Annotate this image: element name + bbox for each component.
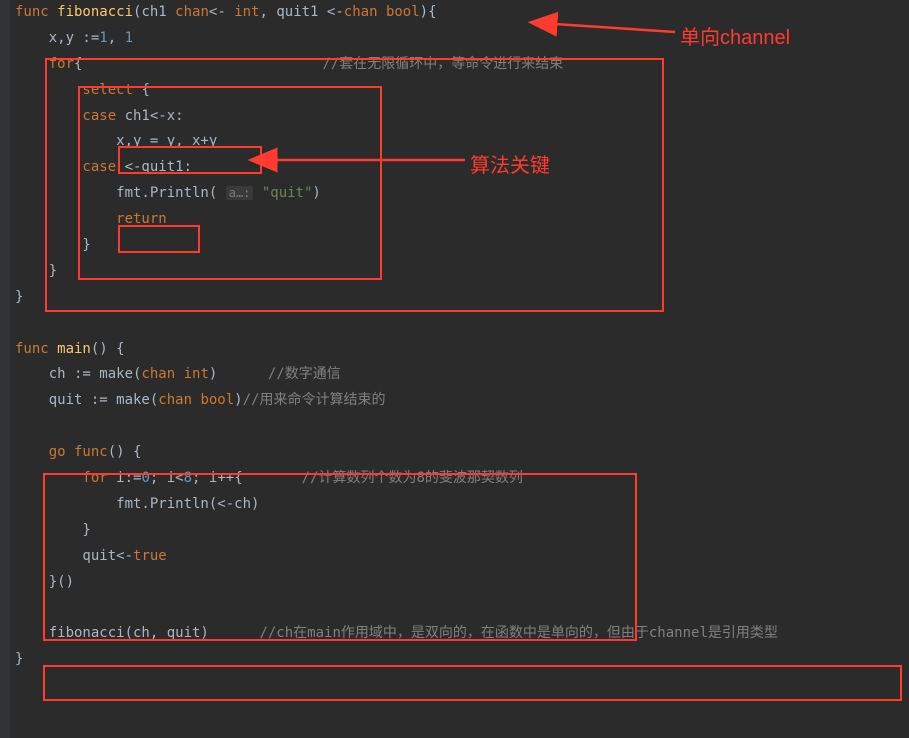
keyword-chan: chan	[175, 4, 209, 20]
code-text: }()	[15, 574, 74, 590]
keyword-func: func	[15, 341, 49, 357]
code-text: (ch1	[133, 4, 175, 20]
code-line: quit<-true	[15, 544, 909, 570]
code-text: x,y = y, x+y	[15, 133, 217, 149]
number: 0	[141, 470, 149, 486]
code-text: quit := make(	[15, 392, 158, 408]
code-line: for i:=0; i<8; i++{ //计算数列个数为8的斐波那契数列	[15, 466, 909, 492]
code-text: ,	[108, 30, 125, 46]
code-line: func main() {	[15, 337, 909, 363]
code-line: x,y = y, x+y	[15, 129, 909, 155]
code-text: , quit1 <-	[259, 4, 343, 20]
comment: //ch在main作用域中，是双向的，在函数中是单向的，但由于channel是引…	[209, 625, 778, 641]
code-text: }	[15, 237, 91, 253]
keyword-chan: chan	[344, 4, 378, 20]
number: 8	[184, 470, 192, 486]
code-text: }	[15, 289, 23, 305]
code-line	[15, 595, 909, 621]
type-int: int	[234, 4, 259, 20]
keyword-return: return	[15, 211, 167, 227]
code-line: }	[15, 518, 909, 544]
code-text: x,y :=	[15, 30, 99, 46]
code-text: <-	[209, 4, 234, 20]
code-line: x,y :=1, 1	[15, 26, 909, 52]
code-line: go func() {	[15, 440, 909, 466]
code-line: fibonacci(ch, quit) //ch在main作用域中，是双向的，在…	[15, 621, 909, 647]
code-line: func fibonacci(ch1 chan<- int, quit1 <-c…	[15, 0, 909, 26]
code-line: fmt.Println(<-ch)	[15, 492, 909, 518]
type-bool: bool	[386, 4, 420, 20]
code-text: fibonacci(ch, quit)	[15, 625, 209, 641]
type-chan: chan bool	[158, 392, 234, 408]
code-text: )	[234, 392, 242, 408]
code-text: ch := make(	[15, 366, 141, 382]
keyword-case: case	[15, 108, 125, 124]
code-text: ){	[420, 4, 437, 20]
keyword-true: true	[133, 548, 167, 564]
keyword-func: func	[15, 4, 49, 20]
string: "quit"	[262, 185, 313, 201]
code-line: }	[15, 285, 909, 311]
code-editor: func fibonacci(ch1 chan<- int, quit1 <-c…	[0, 0, 909, 673]
code-line	[15, 414, 909, 440]
type-chan: chan int	[141, 366, 208, 382]
number: 1	[125, 30, 133, 46]
keyword-for: for	[15, 56, 74, 72]
code-text: {	[141, 82, 149, 98]
code-line: select {	[15, 78, 909, 104]
code-line: }	[15, 259, 909, 285]
code-text: i:=	[116, 470, 141, 486]
code-text: }	[15, 651, 23, 667]
code-text: fmt.Println(	[15, 185, 226, 201]
code-text: () {	[108, 444, 142, 460]
code-line: return	[15, 207, 909, 233]
code-line: }	[15, 233, 909, 259]
keyword-case: case	[15, 159, 125, 175]
comment: //计算数列个数为8的斐波那契数列	[243, 470, 523, 486]
keyword-for: for	[15, 470, 116, 486]
code-line: }()	[15, 570, 909, 596]
func-name: fibonacci	[49, 4, 133, 20]
keyword-select: select	[15, 82, 141, 98]
code-text: }	[15, 522, 91, 538]
code-line: quit := make(chan bool)//用来命令计算结束的	[15, 388, 909, 414]
code-line: case ch1<-x:	[15, 104, 909, 130]
code-text: )	[312, 185, 320, 201]
code-line: }	[15, 647, 909, 673]
code-line: ch := make(chan int) //数字通信	[15, 362, 909, 388]
code-text: () {	[91, 341, 125, 357]
code-text: <-quit1:	[125, 159, 192, 175]
code-line: for{ //套在无限循环中，等命令进行来结束	[15, 52, 909, 78]
number: 1	[99, 30, 107, 46]
code-line: case <-quit1:	[15, 155, 909, 181]
code-text	[378, 4, 386, 20]
code-text: fmt.Println(<-ch)	[15, 496, 259, 512]
func-name: main	[49, 341, 91, 357]
code-text	[253, 185, 261, 201]
comment: //数字通信	[217, 366, 340, 382]
code-text: ch1<-x:	[125, 108, 184, 124]
param-hint: a…:	[226, 186, 254, 200]
code-text: quit<-	[15, 548, 133, 564]
keyword-go-func: go func	[15, 444, 108, 460]
code-text: ; i++{	[192, 470, 243, 486]
comment: //套在无限循环中，等命令进行来结束	[322, 56, 563, 72]
code-text: {	[74, 56, 82, 72]
comment: //用来命令计算结束的	[243, 392, 386, 408]
code-line	[15, 311, 909, 337]
code-line: fmt.Println( a…: "quit")	[15, 181, 909, 207]
code-text: }	[15, 263, 57, 279]
code-text: ; i<	[150, 470, 184, 486]
